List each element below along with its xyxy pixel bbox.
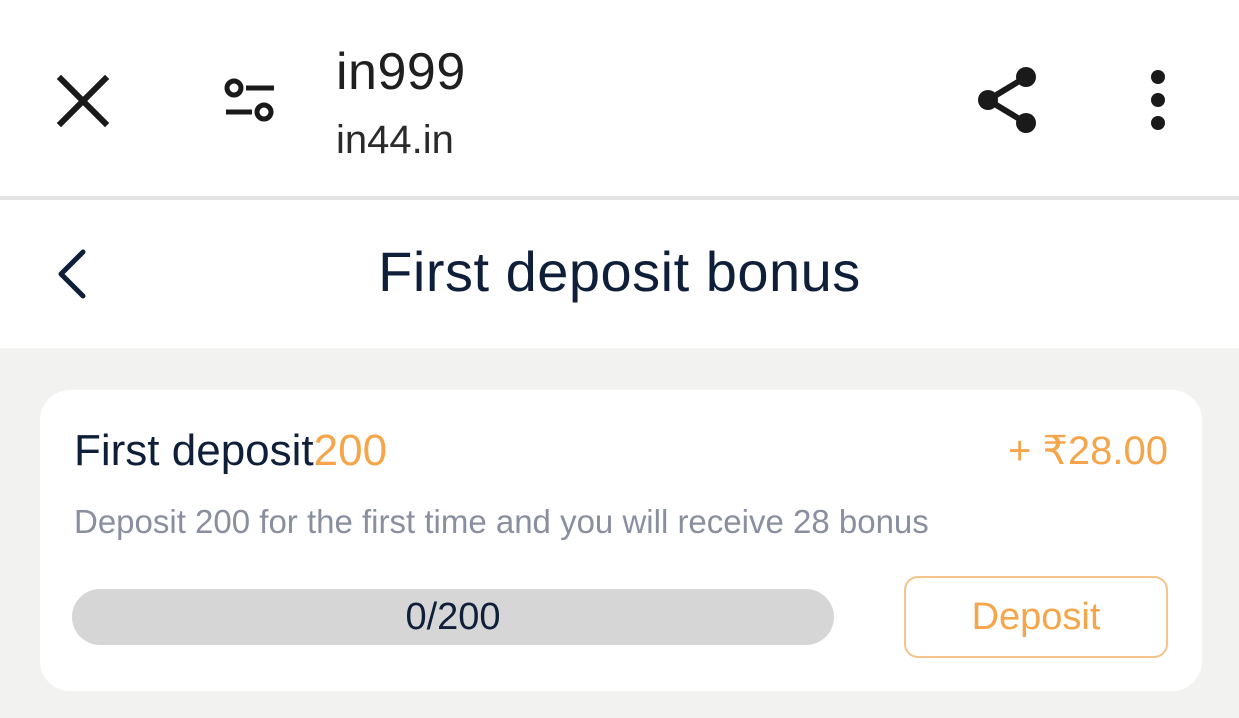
deposit-progress-text: 0/200 [405,596,501,638]
more-options-button[interactable] [1130,60,1186,140]
page-header: First deposit bonus [0,200,1239,348]
deposit-button[interactable]: Deposit [904,576,1168,658]
bonus-title: First deposit200 [74,424,387,478]
bonus-description: Deposit 200 for the first time and you w… [74,503,929,540]
close-button[interactable] [48,66,118,136]
bonus-title-amount: 200 [313,426,388,475]
site-settings-icon [224,78,274,122]
more-vertical-icon [1151,70,1165,130]
browser-toolbar: in999 in44.in [0,0,1239,196]
page-title: First deposit bonus [378,240,861,303]
share-icon [978,67,1036,133]
bonus-card: First deposit200 + ₹28.00 Deposit 200 fo… [40,390,1202,691]
close-icon [56,74,110,128]
bonus-title-prefix: First deposit [74,426,314,475]
deposit-progress-bar: 0/200 [72,589,834,645]
site-title: in999 [336,43,466,101]
site-settings-button[interactable] [214,66,286,136]
bonus-reward-amount: + ₹28.00 [1007,429,1168,473]
share-button[interactable] [968,60,1048,140]
site-url: in44.in [336,118,454,162]
